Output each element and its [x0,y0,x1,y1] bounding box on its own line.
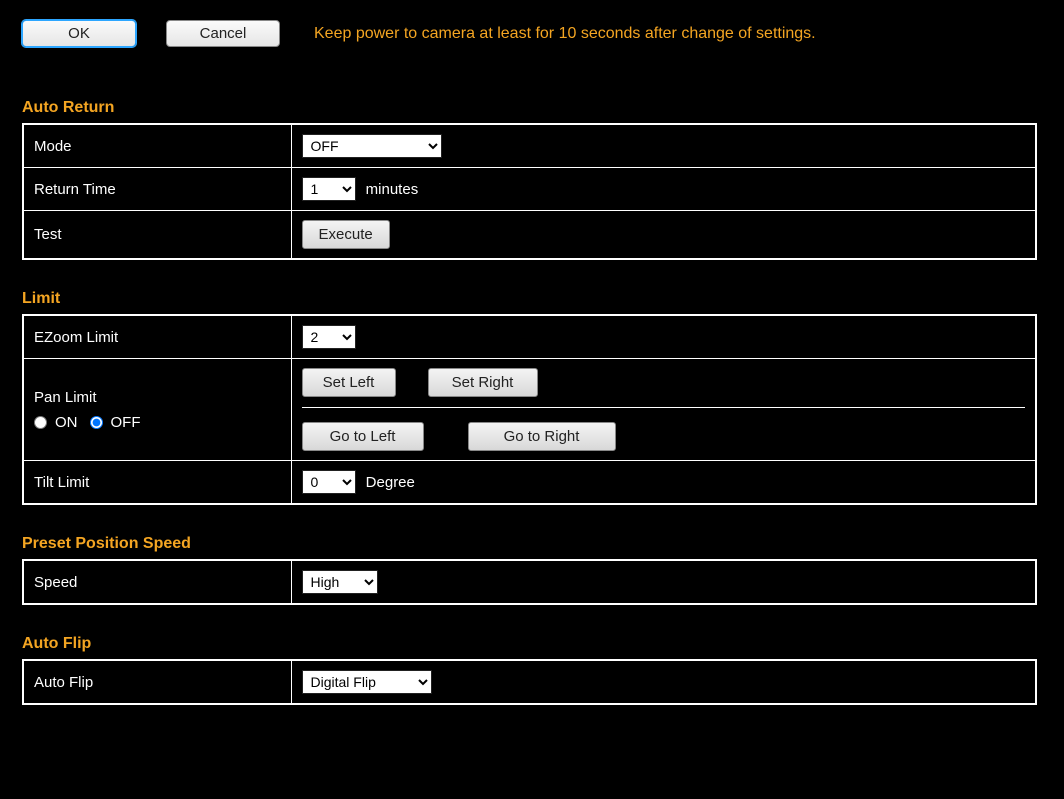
set-right-button[interactable]: Set Right [428,368,538,397]
auto-flip-title: Auto Flip [22,635,1042,653]
test-label: Test [23,211,291,260]
cancel-button[interactable]: Cancel [166,20,280,47]
set-left-button[interactable]: Set Left [302,368,396,397]
top-button-row: OK Cancel [22,20,280,47]
tilt-unit: Degree [366,474,415,491]
ezoom-label: EZoom Limit [23,315,291,359]
tilt-label: Tilt Limit [23,461,291,505]
execute-button[interactable]: Execute [302,220,390,249]
pan-limit-label: Pan Limit [34,389,281,406]
pan-on-radio[interactable] [34,416,47,429]
speed-select[interactable]: High [302,570,378,594]
goto-right-button[interactable]: Go to Right [468,422,616,451]
speed-label: Speed [23,560,291,604]
auto-flip-label: Auto Flip [23,660,291,704]
pan-divider [302,407,1026,408]
limit-table: EZoom Limit 2 Pan Limit ON OFF Set Left … [22,314,1037,505]
mode-select[interactable]: OFF [302,134,442,158]
preset-speed-table: Speed High [22,559,1037,605]
return-time-label: Return Time [23,168,291,211]
pan-limit-cell: Pan Limit ON OFF [23,359,291,461]
return-time-unit: minutes [366,181,419,198]
ok-button[interactable]: OK [22,20,136,47]
auto-return-table: Mode OFF Return Time 1 minutes Test Exec… [22,123,1037,260]
mode-label: Mode [23,124,291,168]
goto-left-button[interactable]: Go to Left [302,422,424,451]
top-message: Keep power to camera at least for 10 sec… [314,25,816,43]
pan-actions-cell: Set Left Set Right Go to Left Go to Righ… [291,359,1036,461]
pan-off-radio[interactable] [90,416,103,429]
ezoom-select[interactable]: 2 [302,325,356,349]
pan-limit-radio-row: ON OFF [34,414,281,431]
tilt-select[interactable]: 0 [302,470,356,494]
return-time-select[interactable]: 1 [302,177,356,201]
auto-flip-table: Auto Flip Digital Flip [22,659,1037,705]
top-bar: OK Cancel Keep power to camera at least … [22,20,1042,47]
limit-title: Limit [22,290,1042,308]
preset-speed-title: Preset Position Speed [22,535,1042,553]
auto-flip-select[interactable]: Digital Flip [302,670,432,694]
pan-on-label: ON [55,414,78,431]
pan-off-label: OFF [111,414,141,431]
auto-return-title: Auto Return [22,99,1042,117]
